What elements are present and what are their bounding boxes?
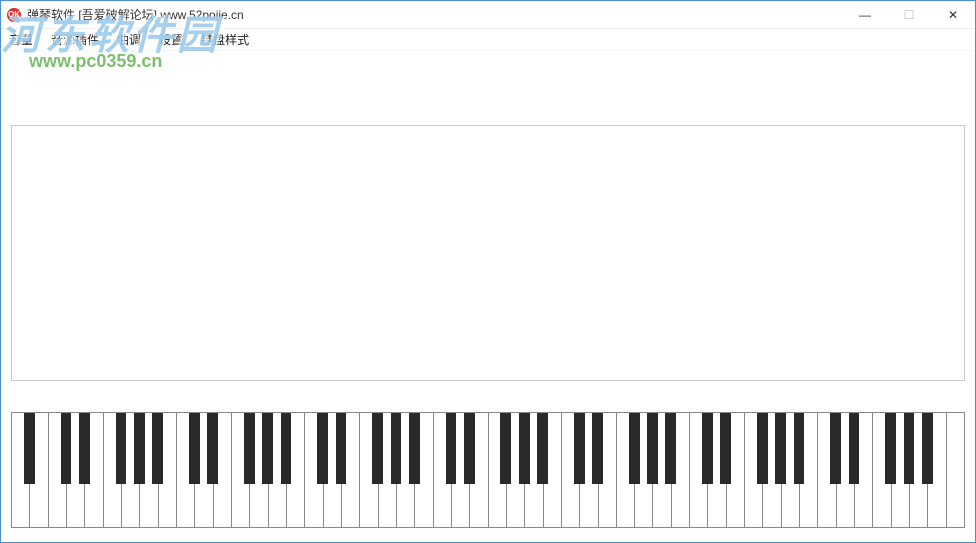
close-button[interactable]: ✕ (931, 1, 975, 28)
white-key[interactable] (947, 413, 964, 527)
black-key[interactable] (409, 413, 420, 484)
white-key[interactable] (489, 413, 507, 527)
white-key[interactable] (562, 413, 580, 527)
black-key[interactable] (629, 413, 640, 484)
black-key[interactable] (922, 413, 933, 484)
white-key[interactable] (434, 413, 452, 527)
menubar: 音量 音源插件 曲调 设置 键盘样式 (1, 29, 975, 51)
black-key[interactable] (24, 413, 35, 484)
black-key[interactable] (702, 413, 713, 484)
maximize-button[interactable]: ☐ (887, 1, 931, 28)
score-textarea[interactable] (11, 125, 965, 381)
white-key[interactable] (232, 413, 250, 527)
black-key[interactable] (61, 413, 72, 484)
black-key[interactable] (757, 413, 768, 484)
black-key[interactable] (849, 413, 860, 484)
black-key[interactable] (647, 413, 658, 484)
titlebar: OK 弹琴软件 [吾爱破解论坛] www.52pojie.cn — ☐ ✕ (1, 1, 975, 29)
black-key[interactable] (281, 413, 292, 484)
black-key[interactable] (885, 413, 896, 484)
black-key[interactable] (446, 413, 457, 484)
white-key[interactable] (177, 413, 195, 527)
black-key[interactable] (189, 413, 200, 484)
minimize-button[interactable]: — (843, 1, 887, 28)
menu-sound-plugin[interactable]: 音源插件 (51, 31, 99, 48)
black-key[interactable] (244, 413, 255, 484)
black-key[interactable] (537, 413, 548, 484)
white-key[interactable] (360, 413, 378, 527)
white-key[interactable] (104, 413, 122, 527)
app-icon: OK (7, 8, 21, 22)
white-key[interactable] (745, 413, 763, 527)
white-key[interactable] (818, 413, 836, 527)
window-controls: — ☐ ✕ (843, 1, 975, 28)
black-key[interactable] (134, 413, 145, 484)
black-key[interactable] (116, 413, 127, 484)
black-key[interactable] (574, 413, 585, 484)
black-key[interactable] (720, 413, 731, 484)
piano-keyboard[interactable] (11, 412, 965, 528)
window-title: 弹琴软件 [吾爱破解论坛] www.52pojie.cn (27, 6, 244, 23)
black-key[interactable] (464, 413, 475, 484)
white-key[interactable] (617, 413, 635, 527)
white-key[interactable] (49, 413, 67, 527)
black-key[interactable] (152, 413, 163, 484)
black-key[interactable] (336, 413, 347, 484)
black-key[interactable] (372, 413, 383, 484)
white-key[interactable] (305, 413, 323, 527)
black-key[interactable] (317, 413, 328, 484)
black-key[interactable] (207, 413, 218, 484)
white-key[interactable] (690, 413, 708, 527)
black-key[interactable] (830, 413, 841, 484)
black-key[interactable] (775, 413, 786, 484)
content-area (1, 51, 975, 542)
black-key[interactable] (665, 413, 676, 484)
black-key[interactable] (794, 413, 805, 484)
white-key[interactable] (12, 413, 30, 527)
menu-volume[interactable]: 音量 (9, 31, 33, 48)
black-key[interactable] (500, 413, 511, 484)
menu-tune[interactable]: 曲调 (117, 31, 141, 48)
white-key[interactable] (873, 413, 891, 527)
menu-keyboard-style[interactable]: 键盘样式 (201, 31, 249, 48)
black-key[interactable] (519, 413, 530, 484)
black-key[interactable] (79, 413, 90, 484)
menu-settings[interactable]: 设置 (159, 31, 183, 48)
black-key[interactable] (904, 413, 915, 484)
black-key[interactable] (262, 413, 273, 484)
black-key[interactable] (592, 413, 603, 484)
black-key[interactable] (391, 413, 402, 484)
